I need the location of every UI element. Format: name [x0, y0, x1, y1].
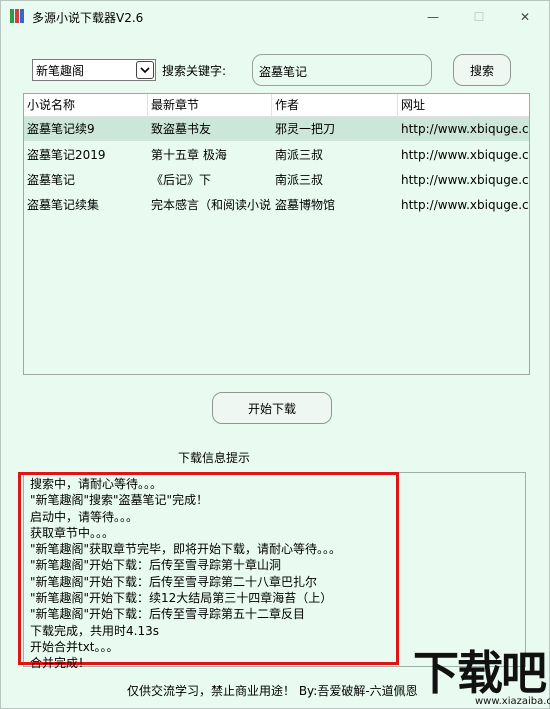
cell-chapter: 第十五章 极海: [151, 148, 227, 162]
source-select-value: 新笔趣阁: [36, 64, 85, 78]
column-header-name[interactable]: 小说名称: [24, 94, 148, 116]
table-row[interactable]: 盗墓笔记续9 致盗墓书友 邪灵一把刀 http://www.xbiquge.cc…: [24, 117, 529, 141]
log-line: "新笔趣阁"开始下载：后传至雪寻踪第十章山洞: [30, 558, 282, 573]
cell-url: http://www.xbiquge.cc/: [401, 173, 529, 187]
cell-author: 南派三叔: [275, 148, 324, 162]
site-watermark: 下载吧 www.xiazaiba.com: [413, 646, 550, 708]
cell-name: 盗墓笔记: [27, 173, 76, 187]
cell-name: 盗墓笔记续集: [27, 198, 100, 212]
log-line: 搜索中，请耐心等待。。。: [30, 477, 163, 491]
log-line: 下载完成，共用时4.13s: [30, 623, 159, 638]
cell-author: 盗墓博物馆: [275, 198, 336, 212]
log-content: 搜索中，请耐心等待。。。 "新笔趣阁"搜索"盗墓笔记"完成！ 启动中，请等待。。…: [30, 476, 400, 672]
cell-name: 盗墓笔记续9: [27, 122, 95, 136]
watermark-url: www.xiazaiba.com: [475, 696, 550, 707]
close-icon[interactable]: ✕: [502, 1, 548, 32]
log-line: "新笔趣阁"搜索"盗墓笔记"完成！: [30, 493, 209, 508]
window-title: 多源小说下载器V2.6: [32, 11, 144, 25]
table-row[interactable]: 盗墓笔记续集 完本感言（和阅读小说的朋友们） 盗墓博物馆 http://www.…: [24, 193, 529, 217]
source-select[interactable]: 新笔趣阁: [32, 59, 156, 81]
cell-chapter: 《后记》下: [151, 173, 212, 187]
keyword-input[interactable]: 盗墓笔记: [252, 54, 432, 86]
cell-url: http://www.xbiquge.cc/: [401, 148, 529, 162]
cell-author: 南派三叔: [275, 173, 324, 187]
maximize-icon[interactable]: ☐: [456, 1, 502, 32]
minimize-icon[interactable]: —: [410, 1, 456, 32]
cell-url: http://www.xbiquge.cc/: [401, 122, 529, 136]
watermark-logo: 下载吧: [413, 646, 547, 700]
table-header: 小说名称 最新章节 作者 网址: [24, 94, 529, 117]
table-row[interactable]: 盗墓笔记2019 第十五章 极海 南派三叔 http://www.xbiquge…: [24, 143, 529, 167]
log-line: "新笔趣阁"开始下载：后传至雪寻踪第二十八章巴扎尔: [30, 574, 318, 589]
log-line: 启动中，请等待。。。: [30, 509, 139, 524]
column-header-chapter[interactable]: 最新章节: [148, 94, 272, 116]
cell-chapter: 致盗墓书友: [151, 122, 212, 136]
column-header-url[interactable]: 网址: [398, 94, 529, 116]
log-line: 合并完成！: [30, 656, 91, 671]
results-table[interactable]: 小说名称 最新章节 作者 网址 盗墓笔记续9 致盗墓书友 邪灵一把刀 http:…: [23, 93, 530, 375]
cell-author: 邪灵一把刀: [275, 122, 336, 136]
cell-name: 盗墓笔记2019: [27, 148, 106, 162]
log-line: 开始合并txt。。。: [30, 639, 119, 654]
app-logo-icon: [10, 9, 24, 23]
search-button[interactable]: 搜索: [453, 54, 511, 86]
log-line: "新笔趣阁"开始下载：后传至雪寻踪第五十二章反目: [30, 607, 306, 622]
keyword-label: 搜索关键字:: [162, 64, 227, 78]
footer-note: 仅供交流学习，禁止商业用途！ By:吾爱破解-六道佩恩: [127, 684, 418, 698]
log-label: 下载信息提示: [178, 451, 251, 465]
log-line: "新笔趣阁"开始下载：续12大结局第三十四章海苔（上）: [30, 591, 333, 606]
chevron-down-icon[interactable]: [136, 61, 154, 79]
start-download-button[interactable]: 开始下载: [212, 392, 332, 424]
keyword-input-value: 盗墓笔记: [259, 65, 308, 79]
log-line: 获取章节中。。。: [30, 525, 115, 540]
cell-chapter: 完本感言（和阅读小说的朋友们）: [151, 198, 272, 212]
title-bar: 多源小说下载器V2.6 — ☐ ✕: [1, 1, 549, 32]
column-header-author[interactable]: 作者: [272, 94, 398, 116]
table-row[interactable]: 盗墓笔记 《后记》下 南派三叔 http://www.xbiquge.cc/: [24, 168, 529, 192]
cell-url: http://www.xbiquge.cc/: [401, 198, 529, 212]
log-line: "新笔趣阁"获取章节完毕，即将开始下载，请耐心等待。。。: [30, 542, 342, 557]
